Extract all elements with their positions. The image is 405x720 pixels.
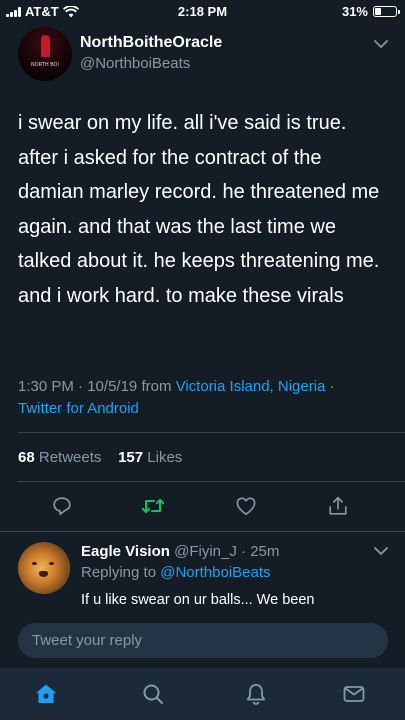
tab-messages[interactable] [340,680,368,708]
reply-author-name[interactable]: Eagle Vision [81,543,170,560]
reply-tweet[interactable]: Eagle Vision @Fiyin_J · 25m Replying to … [0,536,405,612]
like-icon [236,497,256,515]
tab-notifications[interactable] [242,680,270,708]
battery-percent: 31% [341,4,368,19]
retweet-button[interactable] [139,492,167,520]
reply-button[interactable] [48,492,76,520]
share-icon [329,496,347,515]
tweet-stats: 68 Retweets 157 Likes [18,449,182,466]
notifications-icon [246,684,266,705]
author-name[interactable]: NorthBoitheOracle [80,34,222,52]
battery-icon [373,6,400,17]
reply-input[interactable] [18,623,388,658]
likes-stat[interactable]: 157 Likes [118,449,182,466]
reply-age: 25m [250,543,280,560]
tweet-time: 1:30 PM [18,378,74,395]
replying-to-label: Replying to [81,564,157,581]
reply-author-handle[interactable]: @Fiyin_J [174,543,237,560]
tweet-text: i swear on my life. all i've said is tru… [18,112,380,307]
retweets-label: Retweets [38,449,102,466]
replying-to: Replying to @NorthboiBeats [81,564,271,581]
compose-bar [0,612,405,668]
tweet-header: NORTH BOI NorthBoitheOracle @NorthboiBea… [0,24,405,86]
tweet-actions [0,490,405,526]
chevron-down-icon[interactable] [373,38,389,50]
tab-search[interactable] [139,680,167,708]
author-handle[interactable]: @NorthboiBeats [80,55,190,72]
retweets-count: 68 [18,449,35,466]
reply-icon [53,497,71,516]
reply-avatar[interactable] [18,542,70,594]
author-avatar[interactable]: NORTH BOI [18,27,72,81]
tab-bar [0,668,405,720]
tweet-meta: 1:30 PM · 10/5/19 from Victoria Island, … [18,378,335,417]
avatar-logo-text: NORTH BOI [31,62,59,68]
share-button[interactable] [324,492,352,520]
divider [18,481,405,482]
reply-text: If u like swear on ur balls... We been [81,592,315,608]
status-bar: AT&T 2:18 PM 31% [0,0,405,22]
tab-home[interactable] [32,680,60,708]
retweet-icon [141,498,165,514]
tweet-date: 10/5/19 [87,378,138,395]
likes-count: 157 [118,449,144,466]
search-icon [143,684,163,704]
client-link[interactable]: Twitter for Android [18,400,139,417]
likes-label: Likes [147,449,183,466]
reply-header: Eagle Vision @Fiyin_J · 25m [81,543,280,560]
like-button[interactable] [232,492,260,520]
divider [18,432,405,433]
status-right: 31% [341,4,400,19]
replying-to-handle[interactable]: @NorthboiBeats [160,564,270,581]
location-link[interactable]: Victoria Island, Nigeria [176,378,326,395]
from-label: from [141,378,172,395]
battery-level-fill [375,8,382,15]
retweets-stat[interactable]: 68 Retweets [18,449,101,466]
chevron-down-icon[interactable] [373,545,389,557]
messages-icon [343,686,365,702]
home-icon [36,684,56,703]
divider [0,531,405,532]
